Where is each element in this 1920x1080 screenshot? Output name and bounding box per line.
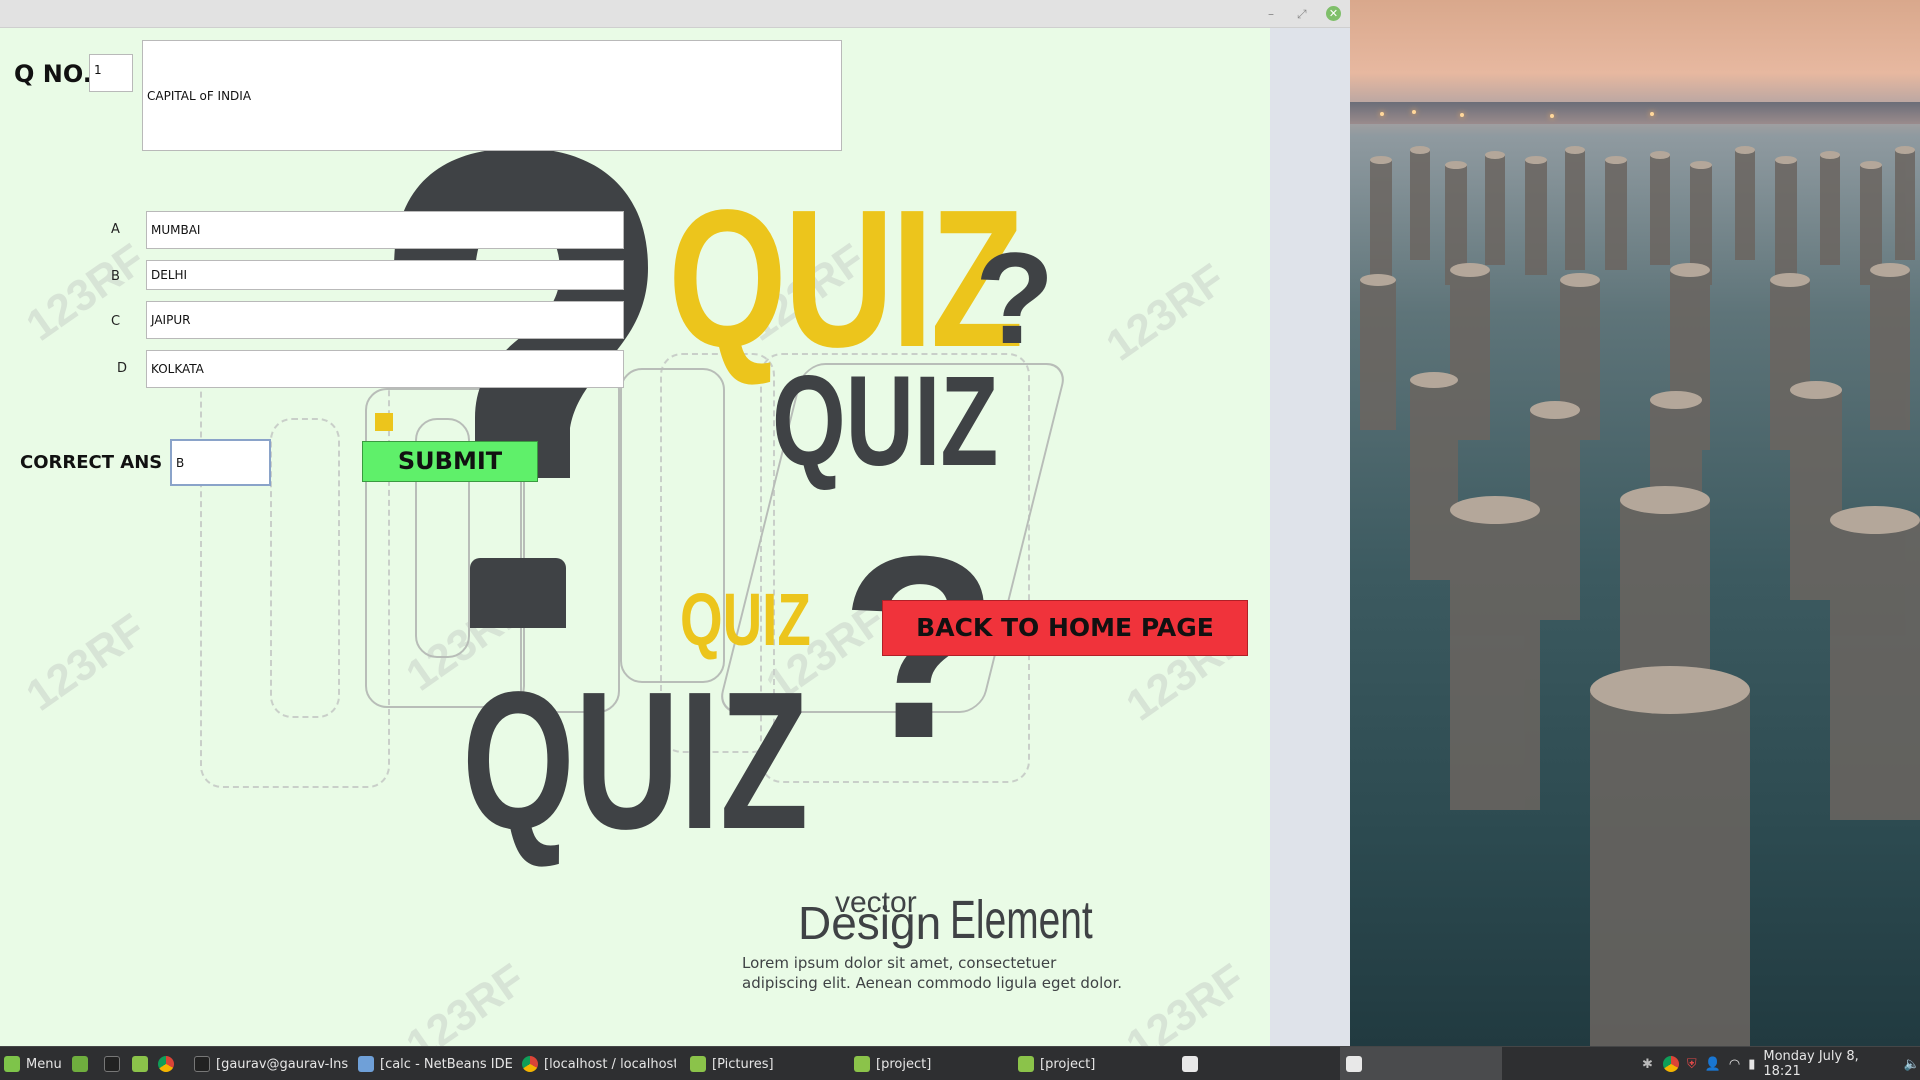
wallpaper-light	[1380, 112, 1384, 116]
window-titlebar: – ⤢ ✕	[0, 0, 1350, 28]
qno-input[interactable]: 1	[89, 54, 133, 92]
submit-button[interactable]: SUBMIT	[362, 441, 538, 482]
mint-menu-icon	[4, 1056, 20, 1072]
launcher-chrome[interactable]	[158, 1047, 174, 1080]
battery-icon[interactable]: ▮	[1748, 1057, 1755, 1072]
launcher-show-desktop[interactable]	[72, 1047, 88, 1080]
menu-button[interactable]: Menu	[4, 1047, 62, 1080]
back-to-home-button[interactable]: BACK TO HOME PAGE	[882, 600, 1248, 656]
wallpaper-light	[1650, 112, 1654, 116]
volume-icon[interactable]: 🔈	[1904, 1057, 1920, 1072]
user-icon[interactable]: 👤	[1705, 1057, 1721, 1072]
correct-answer-label: CORRECT ANS	[20, 452, 163, 473]
question-mark-small: ?	[975, 225, 1055, 371]
wallpaper-light	[1550, 114, 1554, 118]
option-c-input[interactable]: JAIPUR	[146, 301, 624, 339]
java-icon	[1346, 1056, 1362, 1072]
netbeans-icon	[358, 1056, 374, 1072]
launcher-terminal[interactable]	[104, 1047, 120, 1080]
watermark-text: 123RF	[1117, 954, 1254, 1046]
folder-icon	[1018, 1056, 1034, 1072]
window-side-strip	[1270, 28, 1350, 1046]
terminal-icon	[104, 1056, 120, 1072]
design-text: Design	[798, 897, 942, 949]
element-text: Element	[950, 890, 1093, 950]
lorem-line-2: adipiscing elit. Aenean commodo ligula e…	[742, 974, 1123, 992]
qno-label: Q NO.	[14, 60, 92, 88]
wallpaper-light	[1460, 113, 1464, 117]
window-content: 123RF 123RF 123RF 123RF 123RF 123RF 123R…	[0, 28, 1270, 1046]
wallpaper-city-skyline	[1350, 102, 1920, 124]
taskbar: Menu [gaurav@gaurav-Ins... [calc - NetBe…	[0, 1046, 1920, 1080]
close-button[interactable]: ✕	[1326, 6, 1341, 21]
desktop-wallpaper	[1350, 0, 1920, 1046]
question-text-area[interactable]: CAPITAL oF INDIA	[142, 40, 842, 151]
quiz-word-dark-large: QUIZ	[462, 651, 809, 870]
taskbar-window-label: [project]	[876, 1056, 932, 1072]
taskbar-window-java[interactable]	[1176, 1047, 1336, 1080]
minimize-button[interactable]: –	[1268, 6, 1274, 22]
folder-icon	[132, 1056, 148, 1072]
option-b-label: B	[111, 269, 120, 284]
taskbar-window-label: [Pictures]	[712, 1056, 774, 1072]
option-a-label: A	[111, 222, 120, 237]
taskbar-window-label: [gaurav@gaurav-Ins...	[216, 1056, 348, 1072]
system-tray: ✱ ⛨ 👤 ◠ ▮ Monday July 8, 18:21 🔈	[1642, 1047, 1920, 1080]
wallpaper-light	[1412, 110, 1416, 114]
watermark-text: 123RF	[17, 604, 154, 721]
taskbar-window-label: [localhost / localhost ...	[544, 1056, 676, 1072]
watermark-text: 123RF	[397, 954, 534, 1046]
maximize-button[interactable]: ⤢	[1297, 6, 1307, 22]
chrome-tray-icon[interactable]	[1662, 1056, 1679, 1072]
taskbar-window-label: [project]	[1040, 1056, 1096, 1072]
quiz-word-yellow-small: QUIZ	[680, 578, 811, 661]
wifi-icon[interactable]: ◠	[1729, 1057, 1740, 1072]
bluetooth-icon[interactable]: ✱	[1642, 1057, 1653, 1072]
launcher-files[interactable]	[132, 1047, 148, 1080]
option-c-label: C	[111, 314, 121, 329]
lorem-line-1: Lorem ipsum dolor sit amet, consectetuer	[742, 954, 1057, 972]
folder-icon	[854, 1056, 870, 1072]
chrome-icon	[522, 1056, 538, 1072]
taskbar-window-terminal[interactable]: [gaurav@gaurav-Ins...	[188, 1047, 348, 1080]
taskbar-window-pictures[interactable]: [Pictures]	[684, 1047, 844, 1080]
taskbar-window-project[interactable]: [project]	[1012, 1047, 1172, 1080]
menu-label: Menu	[26, 1056, 62, 1072]
watermark-text: 123RF	[17, 234, 154, 351]
taskbar-window-netbeans[interactable]: [calc - NetBeans IDE ...	[352, 1047, 512, 1080]
option-d-label: D	[117, 361, 128, 376]
quiz-word-dark-medium: QUIZ	[772, 350, 999, 493]
option-a-input[interactable]: MUMBAI	[146, 211, 624, 249]
taskbar-window-quiz[interactable]	[1340, 1047, 1502, 1080]
taskbar-window-label: [calc - NetBeans IDE ...	[380, 1056, 512, 1072]
option-b-input[interactable]: DELHI	[146, 260, 624, 290]
folder-icon	[690, 1056, 706, 1072]
terminal-icon	[194, 1056, 210, 1072]
quiz-editor-window: – ⤢ ✕ 123RF 123RF 123RF 123RF 123RF 123R…	[0, 0, 1350, 1046]
chrome-icon	[158, 1056, 174, 1072]
clock[interactable]: Monday July 8, 18:21	[1763, 1049, 1897, 1079]
watermark-text: 123RF	[1097, 254, 1234, 371]
correct-answer-input[interactable]: B	[170, 439, 271, 486]
quiz-word-yellow-large: QUIZ	[668, 169, 1024, 388]
shield-icon[interactable]: ⛨	[1687, 1057, 1697, 1072]
wallpaper-pier-posts	[1360, 146, 1920, 1046]
java-icon	[1182, 1056, 1198, 1072]
taskbar-window-browser[interactable]: [localhost / localhost ...	[516, 1047, 676, 1080]
show-desktop-icon	[72, 1056, 88, 1072]
taskbar-window-project[interactable]: [project]	[848, 1047, 1008, 1080]
option-d-input[interactable]: KOLKATA	[146, 350, 624, 388]
dashed-letter-inner	[270, 418, 340, 718]
